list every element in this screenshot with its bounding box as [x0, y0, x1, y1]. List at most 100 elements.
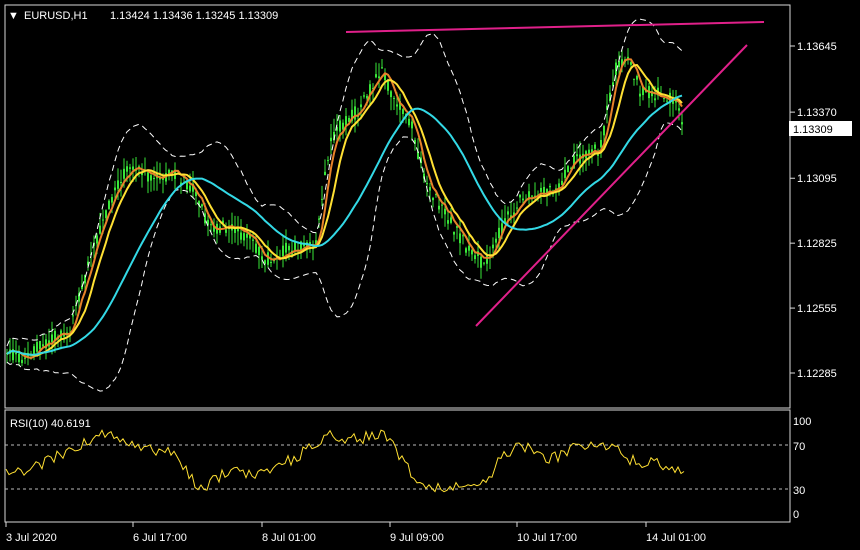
upper-band [6, 18, 683, 347]
candle-body [594, 144, 596, 149]
candle-body [522, 198, 524, 201]
candle-body [33, 346, 35, 354]
candle-body [411, 121, 413, 129]
time-axis: 3 Jul 2020 6 Jul 17:00 8 Jul 01:00 9 Jul 09… [5, 522, 706, 544]
rsi-level-0-label: 0 [793, 509, 799, 521]
chart-window[interactable]: ▼ EURUSD,H1 1.13424 1.13436 1.13245 1.13… [0, 0, 860, 550]
candle-body [111, 197, 113, 203]
main-pane-frame [4, 4, 791, 409]
candle-body [189, 185, 191, 192]
candle-body [123, 168, 125, 179]
support-trendline[interactable] [475, 44, 748, 327]
price-chart[interactable]: ▼ EURUSD,H1 1.13424 1.13436 1.13245 1.13… [0, 0, 860, 550]
candle-body [132, 166, 134, 170]
candle-body [255, 243, 257, 253]
candle-body [96, 235, 98, 244]
candle-body [105, 210, 107, 218]
symbol-timeframe: EURUSD,H1 [24, 10, 88, 22]
candle-body [126, 166, 128, 172]
candle-body [600, 139, 602, 148]
candle-body [24, 357, 26, 359]
candle-body [234, 229, 236, 233]
candle-body [99, 225, 101, 234]
price-tick-label: 1.13645 [797, 41, 837, 53]
candle-body [471, 250, 473, 255]
candle-body [576, 154, 578, 157]
candle-body [618, 60, 620, 68]
candle-body [330, 137, 332, 142]
candle-body [381, 67, 383, 69]
candle-body [633, 78, 635, 80]
ma-mid-line [6, 63, 683, 357]
candle-body [678, 108, 680, 111]
resistance-trendline[interactable] [345, 21, 765, 33]
candle-body [540, 187, 542, 192]
candle-body [285, 242, 287, 253]
candle-body [429, 187, 431, 191]
candle-body [108, 200, 110, 209]
candle-body [150, 175, 152, 181]
candle-body [597, 154, 599, 156]
candle-body [120, 181, 122, 184]
price-tick-label: 1.13370 [797, 107, 837, 119]
candle-body [468, 245, 470, 251]
candle-body [447, 220, 449, 224]
candle-body [453, 231, 455, 235]
candle-body [393, 97, 395, 99]
candle-body [288, 245, 290, 251]
candle-body [153, 177, 155, 180]
candle-body [495, 238, 497, 243]
price-tick-label: 1.12555 [797, 303, 837, 315]
candle-body [567, 166, 569, 173]
price-tick-label: 1.13095 [797, 173, 837, 185]
time-tick-label: 14 Jul 01:00 [646, 532, 706, 544]
candle-body [528, 191, 530, 199]
rsi-level-30-label: 30 [793, 485, 805, 497]
candle-body [252, 239, 254, 241]
candle-body [387, 80, 389, 91]
candle-body [363, 95, 365, 97]
candle-body [396, 104, 398, 107]
rsi-level-100-label: 100 [793, 416, 811, 428]
candle-body [531, 195, 533, 197]
candle-body [210, 224, 212, 226]
candle-body [51, 334, 53, 343]
candle-body [36, 341, 38, 352]
candle-body [117, 180, 119, 189]
time-tick-label: 6 Jul 17:00 [133, 532, 187, 544]
candle-body [327, 160, 329, 162]
candle-body [129, 167, 131, 169]
candle-body [480, 256, 482, 268]
candle-body [72, 315, 74, 317]
rsi-level-70-label: 70 [793, 441, 805, 453]
rsi-line [5, 429, 685, 493]
candle-body [147, 172, 149, 182]
candle-body [261, 256, 263, 260]
candle-body [639, 93, 641, 97]
candle-body [324, 171, 326, 176]
candle-body [240, 232, 242, 240]
candle-body [441, 204, 443, 206]
candle-body [102, 219, 104, 221]
candle-body [603, 126, 605, 136]
current-price-label: 1.13309 [793, 124, 833, 136]
candle-body [636, 75, 638, 80]
candle-body [366, 95, 368, 99]
candle-body [360, 104, 362, 108]
candle-body [564, 169, 566, 178]
candle-body [246, 233, 248, 238]
candle-body [498, 227, 500, 239]
time-tick-label: 8 Jul 01:00 [262, 532, 316, 544]
candle-body [243, 233, 245, 241]
candle-body [15, 353, 17, 355]
candle-body [444, 208, 446, 215]
candle-body [321, 198, 323, 200]
ma-slow-line [6, 94, 683, 356]
candle-body [465, 248, 467, 253]
candle-body [258, 246, 260, 256]
chart-menu-icon[interactable]: ▼ [8, 10, 19, 22]
candle-body [681, 122, 683, 125]
candle-body [402, 109, 404, 114]
candle-body [483, 262, 485, 264]
candle-body [114, 187, 116, 191]
